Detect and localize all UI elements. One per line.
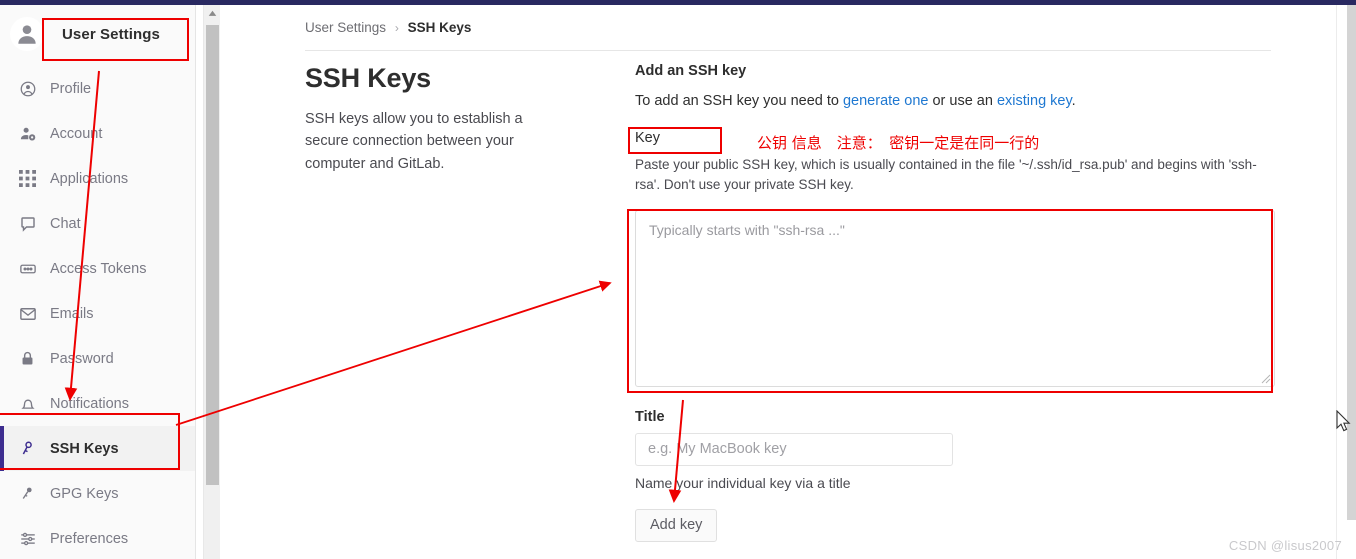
form-intro-text: To add an SSH key you need to generate o… <box>635 93 1285 109</box>
breadcrumb: User Settings › SSH Keys <box>305 20 471 35</box>
chat-bubble-icon <box>18 214 37 233</box>
intro-after: . <box>1071 93 1076 109</box>
sidebar-item-label: GPG Keys <box>50 485 119 502</box>
screenshot-root: User Settings Profile Account Applicatio… <box>0 0 1356 559</box>
sidebar-item-profile[interactable]: Profile <box>0 66 195 111</box>
sidebar-item-ssh-keys[interactable]: SSH Keys <box>0 426 195 471</box>
sidebar-item-password[interactable]: Password <box>0 336 195 381</box>
sidebar-item-emails[interactable]: Emails <box>0 291 195 336</box>
add-key-button[interactable]: Add key <box>635 508 718 542</box>
breadcrumb-divider <box>305 50 1271 51</box>
sidebar-nav: Profile Account Applications Chat Access… <box>0 63 195 559</box>
key-textarea-wrapper <box>635 209 1275 387</box>
envelope-icon <box>18 304 37 323</box>
breadcrumb-separator-icon: › <box>394 21 399 35</box>
lock-icon <box>18 349 37 368</box>
user-settings-sidebar: User Settings Profile Account Applicatio… <box>0 5 196 559</box>
page-scrollbar[interactable] <box>1347 5 1356 520</box>
add-ssh-key-form: Add an SSH key To add an SSH key you nee… <box>635 63 1285 542</box>
sidebar-item-label: Password <box>50 350 114 367</box>
sidebar-item-label: Account <box>50 125 103 142</box>
sliders-icon <box>18 529 37 548</box>
main-content: User Settings › SSH Keys SSH Keys SSH ke… <box>220 5 1336 559</box>
title-input[interactable] <box>635 432 953 466</box>
sidebar-item-label: Emails <box>50 305 94 322</box>
user-avatar-icon[interactable] <box>10 17 44 51</box>
sidebar-scrollbar-thumb[interactable] <box>206 25 219 485</box>
title-field-group: Title Name your individual key via a tit… <box>635 408 1285 491</box>
token-card-icon <box>18 259 37 278</box>
sidebar-item-chat[interactable]: Chat <box>0 201 195 246</box>
sidebar-item-label: Chat <box>50 215 81 232</box>
intro-middle: or use an <box>928 93 997 109</box>
sidebar-item-preferences[interactable]: Preferences <box>0 516 195 559</box>
key-field-label: Key <box>635 130 660 146</box>
key-input[interactable] <box>635 209 1275 387</box>
sidebar-item-notifications[interactable]: Notifications <box>0 381 195 426</box>
sidebar-item-label: Preferences <box>50 530 129 547</box>
sidebar-scrollbar[interactable] <box>203 5 221 559</box>
sidebar-header[interactable]: User Settings <box>0 5 195 63</box>
sidebar-item-applications[interactable]: Applications <box>0 156 195 201</box>
sidebar-title: User Settings <box>62 25 160 43</box>
title-field-help: Name your individual key via a title <box>635 474 851 491</box>
breadcrumb-parent[interactable]: User Settings <box>305 20 386 35</box>
grid-apps-icon <box>18 169 37 188</box>
sidebar-item-gpg-keys[interactable]: GPG Keys <box>0 471 195 516</box>
breadcrumb-current: SSH Keys <box>407 20 472 35</box>
sidebar-item-label: Access Tokens <box>50 260 147 277</box>
profile-circle-icon <box>18 79 37 98</box>
form-section-title: Add an SSH key <box>635 63 747 79</box>
key-field-help: Paste your public SSH key, which is usua… <box>635 157 1257 193</box>
account-gear-icon <box>18 124 37 143</box>
sidebar-item-label: Profile <box>50 80 92 97</box>
page-description: SSH keys allow you to establish a secure… <box>305 111 523 172</box>
page-info-column: SSH Keys SSH keys allow you to establish… <box>305 63 605 175</box>
sidebar-item-account[interactable]: Account <box>0 111 195 156</box>
key-outline-icon <box>18 484 37 503</box>
existing-key-link[interactable]: existing key <box>997 93 1072 109</box>
bell-icon <box>18 394 37 413</box>
intro-before: To add an SSH key you need to <box>635 93 843 109</box>
sidebar-item-label: Notifications <box>50 395 129 412</box>
page-title: SSH Keys <box>305 63 431 93</box>
key-icon <box>18 439 37 458</box>
scroll-up-arrow-icon[interactable] <box>204 5 221 22</box>
sidebar-item-label: SSH Keys <box>50 440 119 457</box>
sidebar-item-label: Applications <box>50 170 129 187</box>
generate-one-link[interactable]: generate one <box>843 93 928 109</box>
title-field-label: Title <box>635 408 665 425</box>
sidebar-item-access-tokens[interactable]: Access Tokens <box>0 246 195 291</box>
